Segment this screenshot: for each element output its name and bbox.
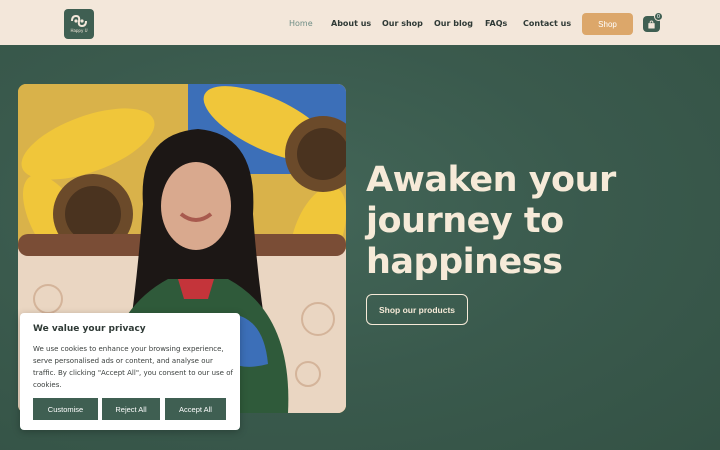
shop-our-products-button[interactable]: Shop our products [366, 294, 468, 325]
nav-our-blog[interactable]: Our blog [434, 19, 473, 28]
hero-title-line-2: journey to [366, 201, 564, 241]
cookie-title: We value your privacy [33, 324, 146, 334]
nav-our-shop[interactable]: Our shop [382, 19, 423, 28]
logo-text: Happy U [70, 28, 88, 33]
customise-button[interactable]: Customise [33, 398, 98, 420]
hero-title-line-1: Awaken your [366, 160, 616, 200]
shopping-bag-icon [648, 19, 655, 29]
cart-count-badge: 0 [654, 12, 663, 21]
hero-title: Awaken your journey to happiness [366, 160, 686, 283]
site-logo[interactable]: Happy U [64, 9, 94, 39]
nav-faqs[interactable]: FAQs [485, 19, 507, 28]
site-header: Happy U Home About us Our shop Our blog … [0, 0, 720, 45]
accept-all-button[interactable]: Accept All [165, 398, 226, 420]
nav-contact-us[interactable]: Contact us [523, 19, 571, 28]
cookie-consent-panel: We value your privacy We use cookies to … [20, 313, 240, 430]
cookie-description: We use cookies to enhance your browsing … [33, 345, 233, 389]
logo-mark-icon [71, 15, 87, 27]
hero-title-line-3: happiness [366, 242, 563, 282]
reject-all-button[interactable]: Reject All [102, 398, 160, 420]
nav-about-us[interactable]: About us [331, 19, 371, 28]
shop-button[interactable]: Shop [582, 13, 633, 35]
nav-home[interactable]: Home [289, 19, 313, 28]
